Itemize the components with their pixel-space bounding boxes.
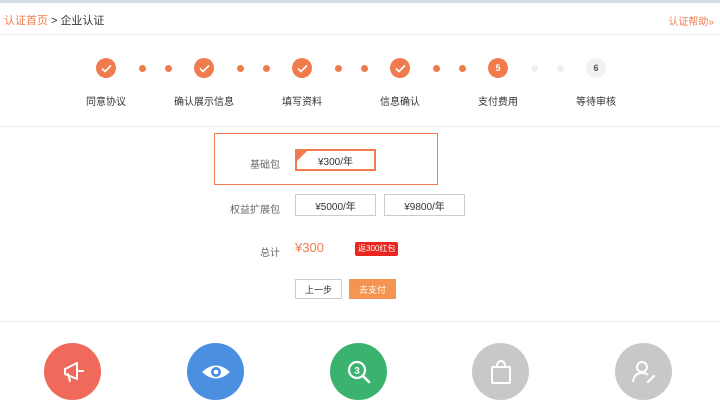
step-connector-dot [165, 65, 172, 72]
step-4-check-icon [390, 58, 410, 78]
selected-corner-icon [297, 151, 307, 161]
step-label: 支付费用 [478, 97, 518, 108]
breadcrumb: 认证首页 > 企业认证 [4, 12, 104, 28]
breadcrumb-current: 企业认证 [60, 15, 105, 27]
basic-package-price: ¥300/年 [317, 156, 354, 168]
megaphone-icon[interactable] [44, 343, 101, 400]
search-number-icon[interactable]: 3 [330, 343, 387, 400]
pay-button[interactable]: 去支付 [349, 279, 396, 299]
step-connector-dot [459, 65, 466, 72]
step-connector-dot [557, 65, 564, 72]
shopping-bag-icon[interactable] [472, 343, 529, 400]
svg-text:3: 3 [354, 366, 360, 377]
total-label: 总计 [260, 248, 280, 259]
extension-option-price: ¥9800/年 [404, 201, 445, 213]
basic-package-option[interactable]: ¥300/年 [295, 149, 376, 171]
step-connector-dot [531, 65, 538, 72]
extension-option-price: ¥5000/年 [315, 201, 356, 213]
step-connector-dot [139, 65, 146, 72]
breadcrumb-separator: > [51, 15, 58, 27]
step-label: 填写资料 [282, 97, 322, 108]
step-2-check-icon [194, 58, 214, 78]
step-label: 确认展示信息 [174, 97, 234, 108]
step-connector-dot [433, 65, 440, 72]
user-edit-icon[interactable] [615, 343, 672, 400]
step-label: 信息确认 [380, 97, 420, 108]
step-progress: 5 6 同意协议 确认展示信息 填写资料 信息确认 支付费用 等待审核 [0, 35, 720, 127]
package-form: 基础包 ¥300/年 权益扩展包 ¥5000/年 ¥9800/年 总计 ¥300… [0, 127, 720, 322]
step-6-number: 6 [586, 58, 606, 78]
step-5-number: 5 [488, 58, 508, 78]
total-amount: ¥300 [295, 240, 324, 255]
eye-icon[interactable] [187, 343, 244, 400]
breadcrumb-home-link[interactable]: 认证首页 [4, 15, 48, 27]
extension-option-9800[interactable]: ¥9800/年 [384, 194, 465, 216]
step-label: 等待审核 [576, 97, 616, 108]
extension-option-5000[interactable]: ¥5000/年 [295, 194, 376, 216]
extension-package-label: 权益扩展包 [230, 205, 280, 216]
step-connector-dot [361, 65, 368, 72]
step-connector-dot [237, 65, 244, 72]
help-link[interactable]: 认证帮助» [668, 13, 714, 28]
feature-icons-row: 3 [0, 322, 720, 405]
basic-package-label: 基础包 [250, 160, 280, 171]
step-connector-dot [263, 65, 270, 72]
coupon-badge: 返300红包 [355, 242, 399, 256]
step-3-check-icon [292, 58, 312, 78]
header-bar: 认证首页 > 企业认证 认证帮助» [0, 3, 720, 35]
step-label: 同意协议 [86, 97, 126, 108]
step-connector-dot [335, 65, 342, 72]
previous-step-button[interactable]: 上一步 [295, 279, 342, 299]
step-1-check-icon [96, 58, 116, 78]
